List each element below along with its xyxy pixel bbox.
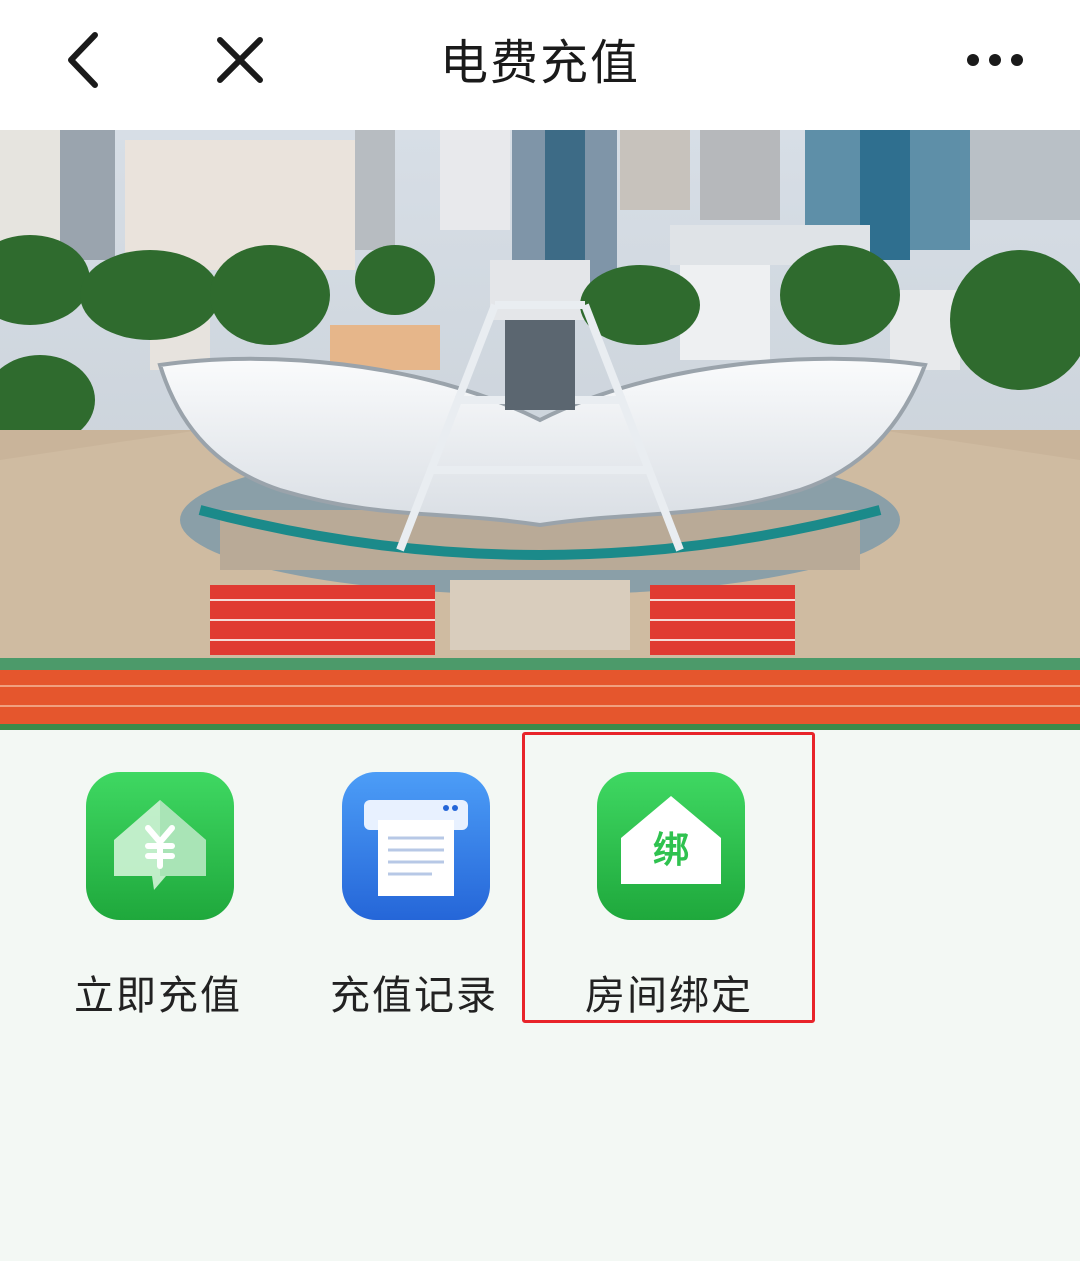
more-button[interactable] [960,25,1030,95]
recharge-history-label: 充值记录 [330,973,498,1019]
recharge-house-yuan-icon [86,772,234,920]
back-button[interactable] [48,25,118,95]
recharge-now-label: 立即充值 [74,973,242,1019]
recharge-now-button[interactable]: 立即充值 [58,770,258,1020]
chevron-left-icon [68,32,98,88]
action-grid: 立即充值 充值记录 绑 房间绑定 [0,730,1080,1261]
room-binding-label: 房间绑定 [585,973,753,1019]
receipt-printer-icon [342,772,490,920]
more-horizontal-icon [967,54,1023,66]
room-binding-button[interactable]: 绑 房间绑定 [569,770,769,1020]
close-button[interactable] [205,25,275,95]
recharge-history-button[interactable]: 充值记录 [314,770,514,1020]
banner-image [0,130,1080,730]
close-icon [217,37,263,83]
bind-icon-glyph: 绑 [653,830,689,871]
bind-house-icon: 绑 [597,772,745,920]
top-navbar: 电费充值 [0,0,1080,130]
page-title: 电费充值 [439,35,640,91]
